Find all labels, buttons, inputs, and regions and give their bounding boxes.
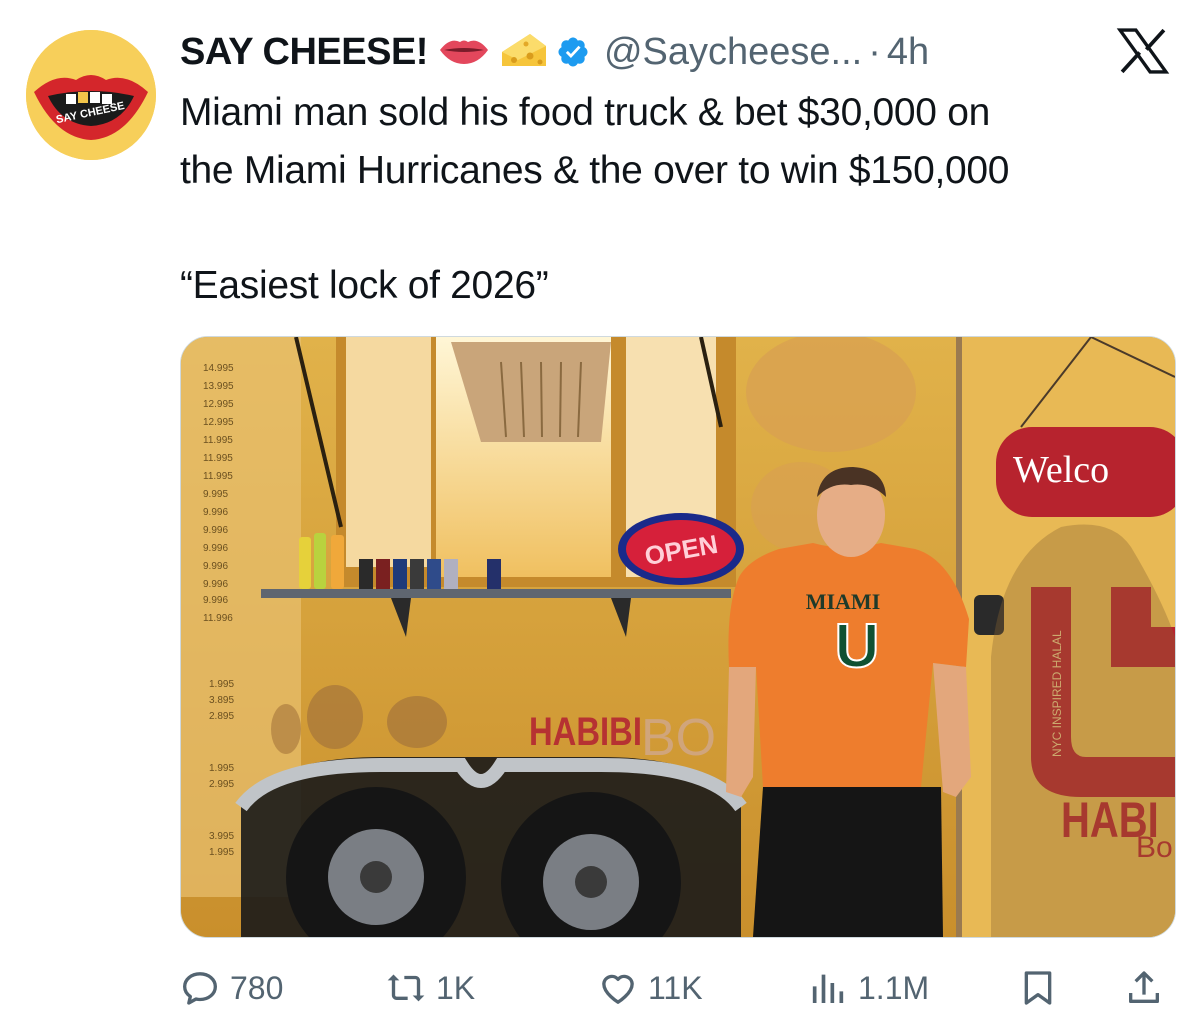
- avatar[interactable]: SAY CHEESE: [26, 30, 156, 160]
- views-icon: [812, 974, 844, 1003]
- price-item: 3.895: [209, 695, 234, 706]
- truck-brand-tail: BO: [641, 709, 716, 767]
- repost-count: 1K: [436, 969, 476, 1006]
- price-item: 1.995: [209, 847, 234, 858]
- separator: ·: [868, 30, 881, 73]
- shirt-logo: U: [835, 612, 880, 681]
- heart-icon: [602, 974, 634, 1004]
- price-item: 11.995: [203, 435, 233, 446]
- lips-emoji-icon: [438, 35, 490, 70]
- tweet-photo[interactable]: 14.995 13.995 12.995 12.995 11.995 11.99…: [180, 336, 1176, 938]
- truck-brand: HABIBI: [529, 709, 642, 754]
- price-item: 13.995: [203, 381, 234, 392]
- reply-count: 780: [230, 969, 284, 1006]
- reply-button[interactable]: 780: [180, 958, 283, 1018]
- price-item: 11.996: [203, 613, 233, 624]
- tweet-text: Miami man sold his food truck & bet $30,…: [180, 84, 1180, 315]
- price-item: 1.995: [209, 679, 234, 690]
- action-bar: 780 1K 11K 1.1M: [180, 958, 1174, 1018]
- price-item: 11.995: [203, 471, 233, 482]
- bookmark-icon: [1024, 971, 1052, 1005]
- price-item: 9.996: [203, 525, 228, 536]
- like-button[interactable]: 11K: [598, 958, 703, 1018]
- repost-button[interactable]: 1K: [386, 958, 475, 1018]
- cheese-emoji-icon: [500, 30, 548, 75]
- share-button[interactable]: [1124, 958, 1164, 1018]
- food-truck-photo: 14.995 13.995 12.995 12.995 11.995 11.99…: [181, 337, 1175, 937]
- price-item: 3.995: [209, 831, 234, 842]
- view-count: 1.1M: [858, 969, 930, 1006]
- tweet-text-line2: the Miami Hurricanes & the over to win $…: [180, 149, 1010, 192]
- tweet-quote: “Easiest lock of 2026”: [180, 264, 549, 307]
- bookmark-button[interactable]: [1018, 958, 1058, 1018]
- handle[interactable]: @Saycheese...: [604, 31, 862, 74]
- price-item: 2.995: [209, 779, 234, 790]
- like-count: 11K: [648, 969, 703, 1006]
- display-name[interactable]: SAY CHEESE!: [180, 31, 428, 74]
- price-item: 9.996: [203, 561, 228, 572]
- shirt-text: MIAMI: [806, 589, 881, 614]
- price-item: 12.995: [203, 399, 234, 410]
- price-item: 1.995: [209, 763, 234, 774]
- x-logo-icon[interactable]: [1116, 28, 1170, 74]
- tweet-header: SAY CHEESE! @Saycheese... · 4h: [180, 28, 929, 76]
- price-item: 14.995: [203, 363, 234, 374]
- welcome-sign: Welco: [1013, 449, 1109, 491]
- views-button[interactable]: 1.1M: [808, 958, 929, 1018]
- price-item: 9.996: [203, 595, 228, 606]
- price-item: 9.995: [203, 489, 228, 500]
- repost-icon: [387, 974, 425, 1002]
- tweet-text-line1: Miami man sold his food truck & bet $30,…: [180, 91, 990, 134]
- timestamp[interactable]: 4h: [887, 31, 929, 74]
- price-item: 9.996: [203, 579, 228, 590]
- price-item: 9.996: [203, 507, 228, 518]
- avatar-lips-logo: SAY CHEESE: [26, 30, 156, 160]
- share-icon: [1129, 971, 1159, 1003]
- price-item: 11.995: [203, 453, 233, 464]
- price-item: 12.995: [203, 417, 234, 428]
- reply-icon: [183, 972, 217, 1005]
- verified-badge-icon: [556, 35, 590, 69]
- price-item: 2.895: [209, 711, 234, 722]
- price-item: 9.996: [203, 543, 228, 554]
